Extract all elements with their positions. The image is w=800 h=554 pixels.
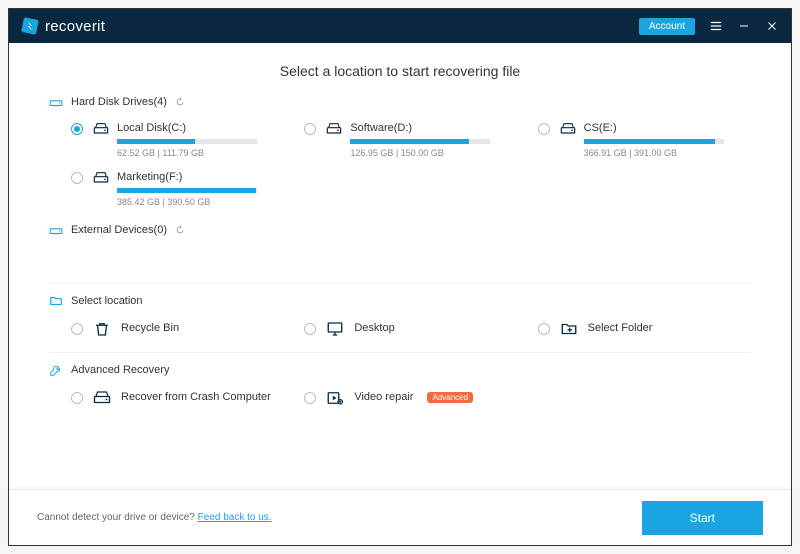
location-item[interactable]: Select Folder	[538, 320, 751, 336]
recyclebin-icon	[93, 320, 111, 336]
app-window: recoverit Account Select a location to s…	[8, 8, 792, 546]
hdd-icon	[560, 121, 576, 135]
location-label: Select Folder	[588, 322, 653, 334]
page-title: Select a location to start recovering fi…	[49, 63, 751, 79]
section-title: External Devices(0)	[71, 224, 167, 236]
hdd-section-icon	[49, 95, 63, 109]
section-external: External Devices(0)	[49, 223, 751, 277]
content: Select a location to start recovering fi…	[9, 43, 791, 489]
videorepair-icon	[326, 389, 344, 405]
section-title: Advanced Recovery	[71, 364, 169, 376]
footer-msg: Cannot detect your drive or device?	[37, 512, 198, 523]
minimize-icon[interactable]	[737, 19, 751, 33]
radio-button[interactable]	[538, 123, 550, 135]
radio-button[interactable]	[71, 123, 83, 135]
advanced-item[interactable]: Recover from Crash Computer	[71, 389, 284, 405]
section-title: Select location	[71, 295, 143, 307]
advanced-grid: Recover from Crash Computer Video repair…	[49, 389, 751, 405]
external-empty	[49, 249, 751, 277]
app-logo: recoverit	[21, 17, 105, 35]
drive-usage: 366.91 GB | 391.00 GB	[584, 148, 751, 158]
account-button[interactable]: Account	[639, 18, 695, 35]
section-advanced: Advanced Recovery Recover from Crash Com…	[49, 363, 751, 405]
hdd-icon	[326, 121, 342, 135]
radio-button[interactable]	[304, 392, 316, 404]
section-title: Hard Disk Drives(4)	[71, 96, 167, 108]
usage-bar	[350, 139, 490, 144]
hdd-icon	[93, 170, 109, 184]
drive-usage: 126.95 GB | 150.00 GB	[350, 148, 517, 158]
section-location: Select location Recycle Bin Desktop Sele…	[49, 294, 751, 336]
radio-button[interactable]	[71, 172, 83, 184]
location-label: Desktop	[354, 322, 394, 334]
location-label: Recycle Bin	[121, 322, 179, 334]
footer: Cannot detect your drive or device? Feed…	[9, 489, 791, 545]
advanced-label: Video repair	[354, 391, 413, 403]
desktop-icon	[326, 320, 344, 336]
menu-icon[interactable]	[709, 19, 723, 33]
radio-button[interactable]	[304, 123, 316, 135]
advanced-item[interactable]: Video repair Advanced	[304, 389, 517, 405]
drive-icon	[93, 389, 111, 405]
radio-button[interactable]	[71, 323, 83, 335]
usage-bar	[117, 188, 257, 193]
close-icon[interactable]	[765, 19, 779, 33]
radio-button[interactable]	[71, 392, 83, 404]
drive-usage: 385.42 GB | 390.50 GB	[117, 197, 284, 207]
wrench-section-icon	[49, 363, 63, 377]
divider	[49, 283, 751, 284]
drive-label: CS(E:)	[584, 122, 617, 134]
footer-text: Cannot detect your drive or device? Feed…	[37, 512, 272, 523]
location-item[interactable]: Recycle Bin	[71, 320, 284, 336]
drive-label: Local Disk(C:)	[117, 122, 186, 134]
refresh-icon[interactable]	[175, 97, 185, 107]
titlebar: recoverit Account	[9, 9, 791, 43]
drive-item[interactable]: Software(D:) 126.95 GB | 150.00 GB	[304, 121, 517, 158]
refresh-icon[interactable]	[175, 225, 185, 235]
app-brand: recoverit	[45, 18, 105, 35]
location-item[interactable]: Desktop	[304, 320, 517, 336]
hdd-grid: Local Disk(C:) 62.52 GB | 111.79 GB Soft…	[49, 121, 751, 207]
drive-item[interactable]: Local Disk(C:) 62.52 GB | 111.79 GB	[71, 121, 284, 158]
drive-label: Marketing(F:)	[117, 171, 182, 183]
radio-button[interactable]	[304, 323, 316, 335]
external-section-icon	[49, 223, 63, 237]
usage-bar	[117, 139, 257, 144]
drive-item[interactable]: Marketing(F:) 385.42 GB | 390.50 GB	[71, 170, 284, 207]
logo-icon	[21, 17, 39, 35]
folder-section-icon	[49, 294, 63, 308]
usage-bar	[584, 139, 724, 144]
folder-icon	[560, 320, 578, 336]
drive-item[interactable]: CS(E:) 366.91 GB | 391.00 GB	[538, 121, 751, 158]
drive-label: Software(D:)	[350, 122, 412, 134]
location-grid: Recycle Bin Desktop Select Folder	[49, 320, 751, 336]
advanced-badge: Advanced	[427, 392, 473, 403]
section-hdd: Hard Disk Drives(4) Local Disk(C:) 62.52…	[49, 95, 751, 207]
start-button[interactable]: Start	[642, 501, 763, 535]
hdd-icon	[93, 121, 109, 135]
radio-button[interactable]	[538, 323, 550, 335]
drive-usage: 62.52 GB | 111.79 GB	[117, 148, 284, 158]
feedback-link[interactable]: Feed back to us.	[198, 512, 272, 523]
divider	[49, 352, 751, 353]
advanced-label: Recover from Crash Computer	[121, 391, 271, 403]
